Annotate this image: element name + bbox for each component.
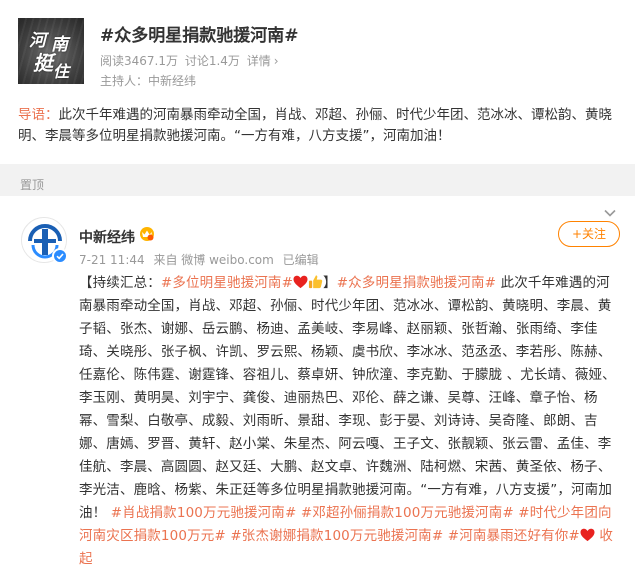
hashtag-link[interactable]: #肖战捐款100万元驰援河南#: [111, 505, 297, 521]
red-heart-icon: [580, 528, 595, 542]
discussion-count: 讨论1.4万: [184, 54, 240, 68]
red-heart-icon: [293, 275, 308, 289]
post-time[interactable]: 7-21 11:44: [79, 253, 145, 267]
post-edited[interactable]: 已编辑: [283, 253, 319, 267]
post-bracket-close: 】: [323, 275, 337, 291]
cover-text-2: 南: [51, 35, 68, 55]
topic-guide: 导语：此次千年难遇的河南暴雨牵动全国，肖战、邓超、孙俪、时代少年团、范冰冰、谭松…: [18, 105, 622, 147]
topic-title: #众多明星捐款驰援河南#: [100, 26, 299, 46]
chevron-right-icon: ›: [273, 54, 279, 68]
vip-icon: [140, 227, 154, 241]
post-source: 来自 微博 weibo.com: [153, 253, 274, 267]
guide-text: 此次千年难遇的河南暴雨牵动全国，肖战、邓超、孙俪、时代少年团、范冰冰、谭松韵、黄…: [18, 107, 612, 144]
post-text: 【持续汇总：#多位明星驰援河南# 】#众多明星捐款驰援河南# 此次千年难遇的河南暴…: [79, 272, 622, 571]
topic-card: 河 南 挺 住 #众多明星捐款驰援河南# 阅读3467.1万 讨论1.4万 详情…: [0, 0, 635, 164]
post-meta: 7-21 11:44 来自 微博 weibo.com 已编辑: [79, 251, 324, 268]
hashtag-link[interactable]: #张杰谢娜捐款100万元驰援河南#: [230, 528, 443, 544]
thumbs-up-icon: [308, 275, 323, 289]
section-bar: 置顶: [0, 170, 635, 198]
hashtag-link[interactable]: #多位明星驰援河南#: [161, 275, 293, 291]
details-link[interactable]: 详情 ›: [247, 54, 282, 68]
topic-host: 主持人：中新经纬: [100, 74, 197, 88]
cover-text-3: 挺: [33, 51, 53, 75]
cover-text-4: 住: [53, 62, 70, 81]
read-count: 阅读3467.1万: [100, 54, 178, 68]
hashtag-link[interactable]: #河南暴雨还好有你#: [448, 528, 580, 544]
topic-stats: 阅读3467.1万 讨论1.4万 详情 ›: [100, 52, 285, 69]
pinned-label: 置顶: [20, 178, 45, 192]
guide-label: 导语：: [18, 107, 59, 123]
post-prefix: 【持续汇总：: [79, 275, 161, 291]
topic-cover-image[interactable]: 河 南 挺 住: [18, 18, 84, 84]
chevron-down-icon[interactable]: [603, 206, 617, 220]
verified-badge-icon: [52, 248, 68, 264]
details-label: 详情: [246, 54, 271, 68]
hashtag-link[interactable]: #邓超孙俪捐款100万元驰援河南#: [301, 505, 514, 521]
hashtag-link[interactable]: #众多明星捐款驰援河南#: [337, 275, 496, 291]
author-name[interactable]: 中新经纬: [79, 227, 135, 247]
post-card: 中新经纬 7-21 11:44 来自 微博 weibo.com 已编辑 +关注 …: [0, 196, 635, 587]
follow-button[interactable]: +关注: [558, 221, 620, 247]
post-body: 此次千年难遇的河南暴雨牵动全国，肖战、邓超、孙俪、时代少年团、范冰冰、谭松韵、黄…: [79, 275, 616, 521]
